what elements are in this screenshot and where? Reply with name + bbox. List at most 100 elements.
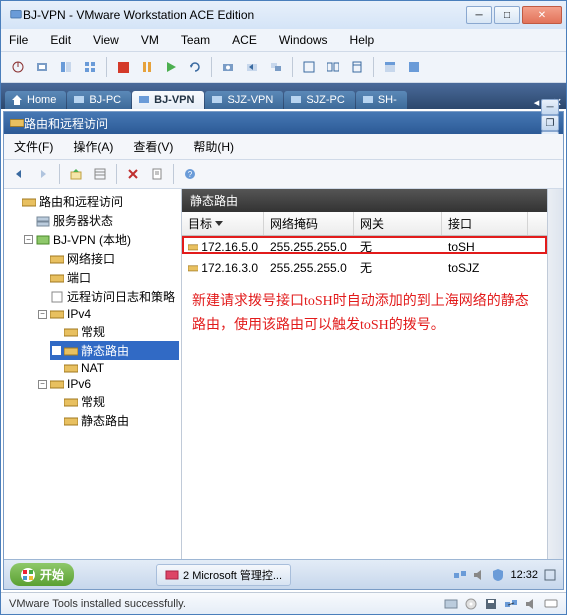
system-tray: 12:32 — [453, 568, 557, 582]
menu-view[interactable]: View — [89, 31, 123, 49]
menu-ace[interactable]: ACE — [228, 31, 261, 49]
pause-icon[interactable] — [136, 56, 158, 78]
mmc-app-icon — [10, 117, 24, 129]
maximize-button[interactable]: □ — [494, 6, 520, 24]
col-gateway[interactable]: 网关 — [354, 212, 442, 235]
tree-ipv6[interactable]: −IPv6 — [36, 376, 179, 392]
reset-icon[interactable] — [184, 56, 206, 78]
views-icon[interactable] — [79, 56, 101, 78]
mmc-title: 路由和远程访问 — [24, 115, 541, 132]
play-icon[interactable] — [160, 56, 182, 78]
menu-windows[interactable]: Windows — [275, 31, 332, 49]
console-icon[interactable] — [403, 56, 425, 78]
mmc-task-icon — [165, 568, 179, 582]
details-pane: 静态路由 目标 网络掩码 网关 接口 172.16.5.0 255.255.25… — [182, 189, 563, 559]
mmc-menu-view[interactable]: 查看(V) — [129, 136, 177, 157]
device-floppy-icon[interactable] — [484, 597, 498, 611]
views-toggle-icon[interactable] — [89, 163, 111, 185]
tree-ipv6-static[interactable]: 静态路由 — [50, 411, 179, 430]
power-off-icon[interactable] — [7, 56, 29, 78]
stop-icon[interactable] — [112, 56, 134, 78]
mmc-titlebar[interactable]: 路由和远程访问 ─ ❐ ✕ — [4, 112, 563, 134]
windows-logo-icon — [20, 567, 36, 583]
start-button[interactable]: 开始 — [10, 563, 74, 586]
tab-bj-pc[interactable]: BJ-PC — [67, 91, 131, 109]
tab-prev-icon[interactable]: ◂ — [534, 96, 540, 109]
menu-edit[interactable]: Edit — [46, 31, 75, 49]
mmc-menu-action[interactable]: 操作(A) — [69, 136, 117, 157]
vmware-window: BJ-VPN - VMware Workstation ACE Edition … — [0, 0, 567, 615]
back-icon[interactable] — [8, 163, 30, 185]
device-sound-icon[interactable] — [524, 597, 538, 611]
mmc-restore-button[interactable]: ❐ — [541, 115, 559, 131]
tree-ipv4-static[interactable]: 静态路由 — [50, 341, 179, 360]
delete-icon[interactable] — [122, 163, 144, 185]
tray-network-icon[interactable] — [453, 568, 467, 582]
titlebar[interactable]: BJ-VPN - VMware Workstation ACE Edition … — [1, 1, 566, 29]
forward-icon[interactable] — [32, 163, 54, 185]
tab-sjz-pc[interactable]: SJZ-PC — [284, 91, 355, 109]
help-icon[interactable]: ? — [179, 163, 201, 185]
sidebar-icon[interactable] — [55, 56, 77, 78]
settings-icon[interactable] — [31, 56, 53, 78]
tab-bj-vpn[interactable]: BJ-VPN — [132, 91, 204, 109]
tree-ipv4-general[interactable]: 常规 — [50, 322, 179, 341]
tab-sh[interactable]: SH- — [356, 91, 407, 109]
route-row[interactable]: 172.16.5.0 255.255.255.0 无 toSH — [182, 236, 547, 257]
mmc-content: 路由和远程访问 服务器状态 −BJ-VPN (本地) 网络接口 端口 远程访问日… — [4, 189, 563, 559]
fullscreen-icon[interactable] — [298, 56, 320, 78]
show-desktop-icon[interactable] — [543, 568, 557, 582]
tray-volume-icon[interactable] — [472, 568, 486, 582]
mmc-menu-help[interactable]: 帮助(H) — [189, 136, 238, 157]
tree-ipv4-nat[interactable]: NAT — [50, 360, 179, 376]
menu-help[interactable]: Help — [346, 31, 379, 49]
quickswitch-icon[interactable] — [322, 56, 344, 78]
clock[interactable]: 12:32 — [510, 569, 538, 581]
tree-server-status[interactable]: 服务器状态 — [22, 211, 179, 230]
taskbar-item[interactable]: 2 Microsoft 管理控... — [156, 564, 291, 586]
vertical-scrollbar[interactable] — [547, 189, 563, 559]
summary-icon[interactable] — [379, 56, 401, 78]
close-button[interactable]: ✕ — [522, 6, 562, 24]
route-icon — [188, 262, 198, 274]
col-iface[interactable]: 接口 — [442, 212, 528, 235]
guest-taskbar: 开始 2 Microsoft 管理控... 12:32 — [4, 559, 563, 589]
tree-pane[interactable]: 路由和远程访问 服务器状态 −BJ-VPN (本地) 网络接口 端口 远程访问日… — [4, 189, 182, 559]
tree-net-if[interactable]: 网络接口 — [36, 249, 179, 268]
tree-ports[interactable]: 端口 — [36, 268, 179, 287]
mmc-window: 路由和远程访问 ─ ❐ ✕ 文件(F) 操作(A) 查看(V) 帮助(H) ? — [3, 111, 564, 590]
tree-remote-log[interactable]: 远程访问日志和策略 — [36, 287, 179, 306]
tree-ipv6-general[interactable]: 常规 — [50, 392, 179, 411]
route-row[interactable]: 172.16.3.0 255.255.255.0 无 toSJZ — [182, 257, 547, 278]
tray-shield-icon[interactable] — [491, 568, 505, 582]
device-message-icon[interactable] — [544, 597, 558, 611]
device-net-icon[interactable] — [504, 597, 518, 611]
menu-vm[interactable]: VM — [137, 31, 163, 49]
tab-sjz-vpn[interactable]: SJZ-VPN — [205, 91, 283, 109]
mmc-menu-file[interactable]: 文件(F) — [10, 136, 57, 157]
revert-icon[interactable] — [241, 56, 263, 78]
device-disk-icon[interactable] — [444, 597, 458, 611]
properties-icon[interactable] — [146, 163, 168, 185]
status-text: VMware Tools installed successfully. — [9, 598, 186, 610]
tree-root[interactable]: 路由和远程访问 — [8, 192, 179, 211]
rows-area[interactable]: 172.16.5.0 255.255.255.0 无 toSH 172.16.3… — [182, 236, 547, 559]
tree-ipv4[interactable]: −IPv4 — [36, 306, 179, 322]
snapshot-icon[interactable] — [217, 56, 239, 78]
minimize-button[interactable]: ─ — [466, 6, 492, 24]
mmc-minimize-button[interactable]: ─ — [541, 99, 559, 115]
up-icon[interactable] — [65, 163, 87, 185]
tab-home[interactable]: Home — [5, 91, 66, 109]
svg-text:?: ? — [188, 170, 193, 179]
unity-icon[interactable] — [346, 56, 368, 78]
vm-tabbar: Home BJ-PC BJ-VPN SJZ-VPN SJZ-PC SH- ◂ ▸… — [1, 83, 566, 109]
menu-file[interactable]: File — [5, 31, 32, 49]
vmware-statusbar: VMware Tools installed successfully. — [1, 592, 566, 614]
menu-team[interactable]: Team — [177, 31, 214, 49]
device-cd-icon[interactable] — [464, 597, 478, 611]
col-dest[interactable]: 目标 — [182, 212, 264, 235]
manage-icon[interactable] — [265, 56, 287, 78]
pane-title: 静态路由 — [182, 189, 547, 212]
tree-bj-vpn[interactable]: −BJ-VPN (本地) — [22, 230, 179, 249]
col-mask[interactable]: 网络掩码 — [264, 212, 354, 235]
